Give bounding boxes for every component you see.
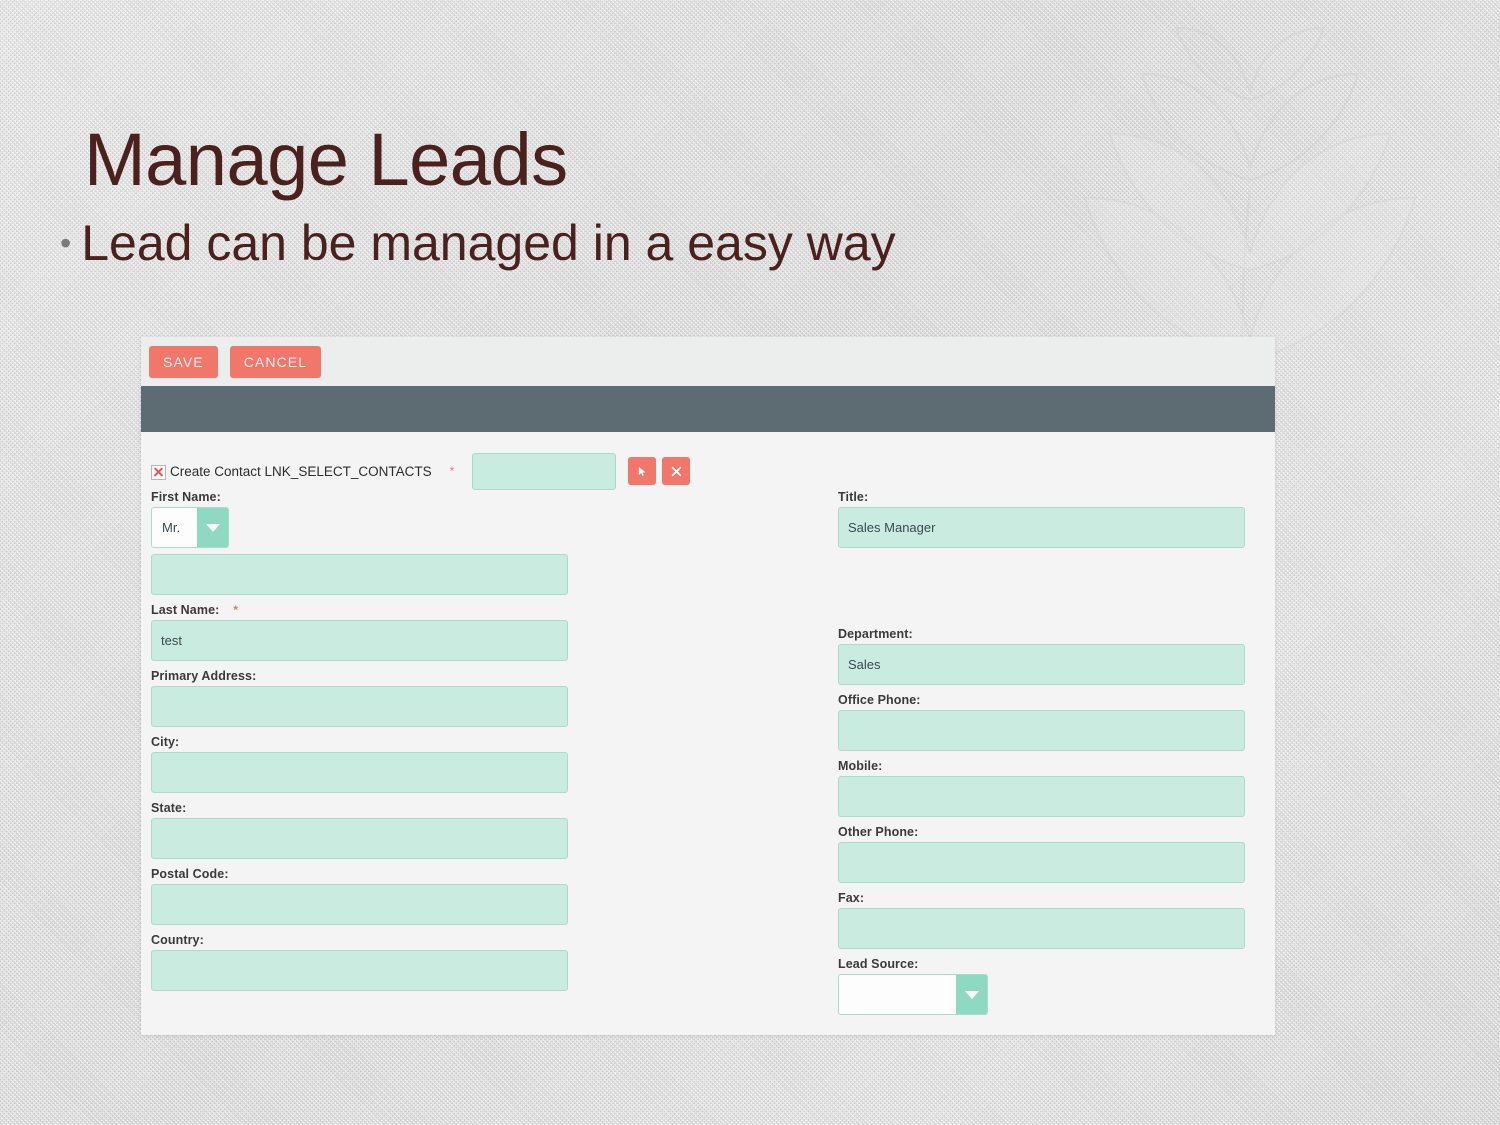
- field-postal-code: Postal Code:: [151, 867, 568, 925]
- chevron-down-icon: [205, 523, 220, 532]
- field-label-other-phone: Other Phone:: [838, 825, 919, 839]
- field-country: Country:: [151, 933, 568, 991]
- module-header-bar: [141, 386, 1275, 432]
- save-button[interactable]: SAVE: [149, 345, 218, 378]
- field-label-mobile: Mobile:: [838, 759, 883, 773]
- field-label-office-phone: Office Phone:: [838, 693, 921, 707]
- salutation-dropdown-arrow[interactable]: [197, 508, 228, 547]
- first-name-input[interactable]: [151, 554, 568, 595]
- close-x-icon: [671, 466, 682, 476]
- field-city: City:: [151, 735, 568, 793]
- title-input[interactable]: Sales Manager: [838, 507, 1245, 548]
- city-input[interactable]: [151, 752, 568, 793]
- field-state: State:: [151, 801, 568, 859]
- slide-bullet-item: • Lead can be managed in a easy way: [60, 218, 896, 268]
- field-lead-source: Lead Source:: [838, 957, 1245, 1019]
- lead-source-dropdown-arrow[interactable]: [956, 975, 987, 1014]
- create-contact-required-marker: *: [449, 464, 455, 478]
- mobile-input[interactable]: [838, 776, 1245, 817]
- field-department: Department: Sales: [838, 627, 1245, 685]
- lead-form-body: Create Contact LNK_SELECT_CONTACTS * Fir…: [141, 432, 1275, 1035]
- lead-source-select[interactable]: [838, 974, 988, 1015]
- state-input[interactable]: [151, 818, 568, 859]
- field-label-fax: Fax:: [838, 891, 865, 905]
- field-title: Title: Sales Manager: [838, 490, 1245, 548]
- office-phone-input[interactable]: [838, 710, 1245, 751]
- postal-code-input[interactable]: [151, 884, 568, 925]
- field-label-state: State:: [151, 801, 187, 815]
- other-phone-input[interactable]: [838, 842, 1245, 883]
- chevron-down-icon: [964, 990, 979, 999]
- salutation-selected-value: Mr.: [152, 508, 197, 547]
- field-label-last-name-text: Last Name:: [151, 603, 220, 617]
- field-label-department: Department:: [838, 627, 913, 641]
- field-label-city: City:: [151, 735, 180, 749]
- primary-address-input[interactable]: [151, 686, 568, 727]
- bullet-dot-icon: •: [60, 225, 72, 261]
- last-name-input[interactable]: test: [151, 620, 568, 661]
- field-other-phone: Other Phone:: [838, 825, 1245, 883]
- field-label-country: Country:: [151, 933, 204, 947]
- field-first-name: First Name: Mr.: [151, 490, 568, 595]
- form-columns: First Name: Mr. Last Name: * test Primar…: [141, 490, 1275, 1027]
- select-contact-button[interactable]: [628, 457, 657, 485]
- field-label-postal-code: Postal Code:: [151, 867, 229, 881]
- salutation-select[interactable]: Mr.: [151, 507, 229, 548]
- create-contact-row: Create Contact LNK_SELECT_CONTACTS *: [141, 432, 1275, 490]
- cursor-arrow-icon: [638, 466, 646, 476]
- cancel-button[interactable]: CANCEL: [229, 345, 322, 378]
- field-label-lead-source: Lead Source:: [838, 957, 919, 971]
- lead-source-selected-value: [839, 975, 956, 1014]
- field-primary-address: Primary Address:: [151, 669, 568, 727]
- page-title: Manage Leads: [84, 118, 568, 201]
- app-screenshot-panel: SAVE CANCEL Create Contact LNK_SELECT_CO…: [141, 337, 1275, 1035]
- field-last-name: Last Name: * test: [151, 603, 568, 661]
- last-name-required-marker: *: [233, 603, 239, 617]
- field-label-first-name: First Name:: [151, 490, 221, 504]
- form-column-left: First Name: Mr. Last Name: * test Primar…: [151, 490, 708, 1027]
- right-column-spacer: [838, 556, 1245, 627]
- fax-input[interactable]: [838, 908, 1245, 949]
- field-label-primary-address: Primary Address:: [151, 669, 257, 683]
- field-label-last-name: Last Name: *: [151, 603, 568, 617]
- clear-contact-button[interactable]: [662, 457, 691, 485]
- country-input[interactable]: [151, 950, 568, 991]
- broken-image-icon: [151, 464, 166, 480]
- field-label-title: Title:: [838, 490, 869, 504]
- field-office-phone: Office Phone:: [838, 693, 1245, 751]
- field-fax: Fax:: [838, 891, 1245, 949]
- contact-lookup-input[interactable]: [472, 452, 617, 490]
- form-toolbar: SAVE CANCEL: [141, 337, 1275, 386]
- field-mobile: Mobile:: [838, 759, 1245, 817]
- department-input[interactable]: Sales: [838, 644, 1245, 685]
- slide-bullet-text: Lead can be managed in a easy way: [81, 215, 896, 271]
- create-contact-label: Create Contact LNK_SELECT_CONTACTS: [170, 463, 432, 479]
- form-column-right: Title: Sales Manager Department: Sales O…: [708, 490, 1265, 1027]
